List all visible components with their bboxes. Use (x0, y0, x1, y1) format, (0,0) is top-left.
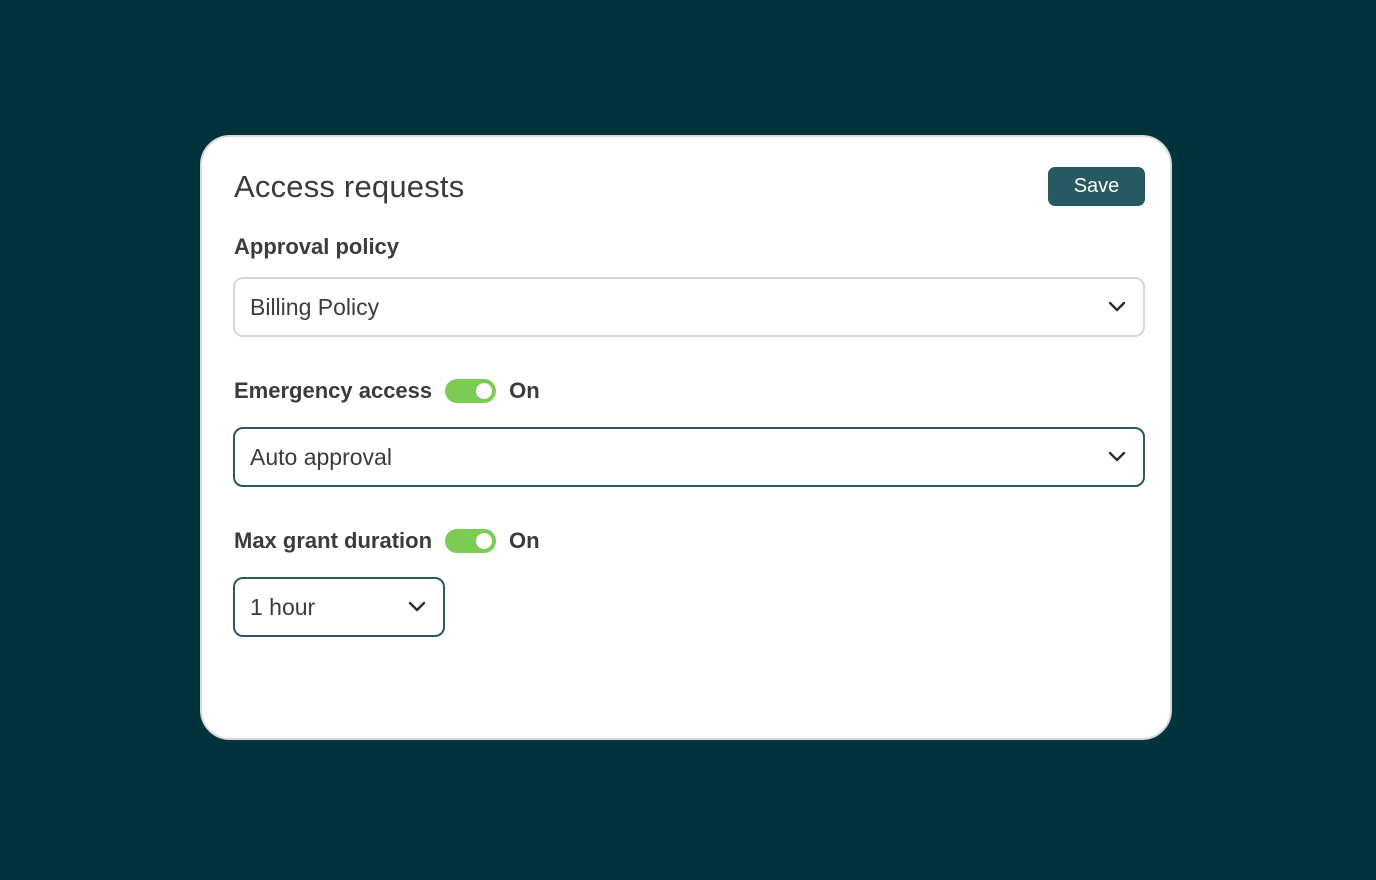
emergency-access-state: On (509, 378, 540, 403)
approval-policy-value: Billing Policy (250, 293, 380, 320)
chevron-down-icon (407, 597, 427, 617)
emergency-access-value: Auto approval (250, 443, 392, 470)
max-grant-duration-value: 1 hour (250, 593, 316, 620)
approval-policy-select[interactable]: Billing Policy (233, 277, 1145, 337)
max-grant-duration-label: Max grant duration (234, 528, 433, 553)
access-requests-card: Access requests Save Approval policy Bil… (200, 135, 1172, 740)
emergency-access-label: Emergency access (234, 378, 433, 403)
max-grant-duration-toggle[interactable] (445, 529, 497, 553)
emergency-access-toggle[interactable] (445, 379, 497, 403)
page-title: Access requests (234, 169, 465, 204)
toggle-knob (476, 383, 493, 399)
max-grant-duration-row: Max grant duration On (234, 528, 540, 554)
max-grant-duration-state: On (509, 528, 540, 553)
emergency-access-row: Emergency access On (234, 378, 540, 404)
save-button[interactable]: Save (1048, 167, 1145, 206)
emergency-access-select[interactable]: Auto approval (233, 427, 1145, 487)
approval-policy-label: Approval policy (234, 234, 400, 259)
toggle-knob (476, 533, 493, 549)
chevron-down-icon (1107, 447, 1127, 467)
max-grant-duration-select[interactable]: 1 hour (233, 577, 445, 637)
chevron-down-icon (1107, 297, 1127, 317)
